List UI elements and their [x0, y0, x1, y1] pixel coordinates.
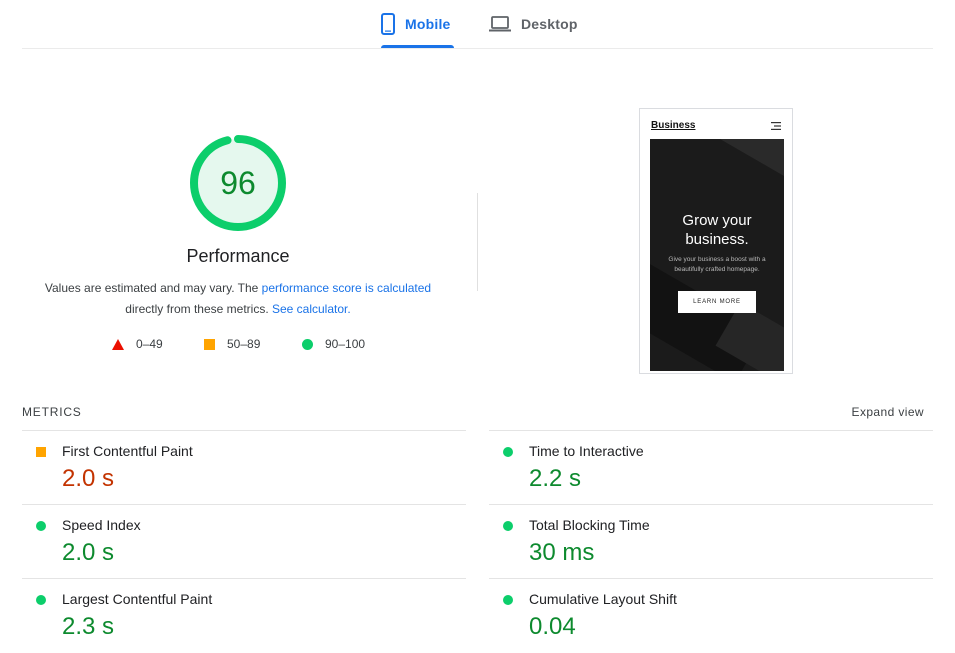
- metric-value: 2.0 s: [62, 539, 115, 566]
- performance-title: Performance: [186, 246, 290, 266]
- legend-pass-label: 90–100: [325, 337, 366, 351]
- desc-text-2: directly from these metrics.: [125, 301, 272, 316]
- hero-title: Grow your business.: [650, 211, 784, 249]
- circle-icon: [302, 338, 313, 350]
- pass-circle-icon: [503, 447, 513, 457]
- hero-stripe: [704, 139, 784, 200]
- hamburger-menu-icon: [771, 122, 781, 130]
- hero-sub-line-2: beautifully crafted homepage.: [674, 266, 760, 273]
- active-tab-indicator: [381, 45, 454, 48]
- performance-score: 96: [220, 164, 256, 201]
- hero-title-line-1: Grow your: [682, 212, 752, 229]
- metric-tti: Time to Interactive 2.2 s: [489, 430, 933, 505]
- pass-circle-icon: [36, 521, 46, 531]
- square-icon: [204, 338, 215, 350]
- hero-learn-more-button: LEARN MORE: [678, 291, 756, 313]
- legend-fail-label: 0–49: [136, 337, 163, 351]
- legend-pass: 90–100: [302, 337, 365, 351]
- metric-fcp: First Contentful Paint 2.0 s: [22, 430, 466, 505]
- section-divider: [477, 193, 478, 291]
- metric-name: First Contentful Paint: [62, 443, 193, 459]
- score-calculated-link[interactable]: performance score is calculated: [262, 281, 431, 295]
- hero-title-line-2: business.: [685, 231, 749, 248]
- metric-tbt: Total Blocking Time 30 ms: [489, 504, 933, 579]
- pass-circle-icon: [503, 595, 513, 605]
- final-screenshot: Business Grow your business. Give your b…: [639, 108, 793, 374]
- laptop-icon: [489, 15, 511, 31]
- metric-lcp: Largest Contentful Paint 2.3 s: [22, 578, 466, 653]
- average-square-icon: [36, 447, 46, 457]
- metric-name: Speed Index: [62, 517, 141, 533]
- desc-text-1: Values are estimated and may vary. The: [44, 281, 262, 295]
- pass-circle-icon: [503, 521, 513, 531]
- legend-fail: 0–49: [112, 337, 163, 351]
- metric-name: Largest Contentful Paint: [62, 591, 213, 607]
- expand-view-button[interactable]: Expand view: [852, 405, 924, 419]
- pass-circle-icon: [36, 595, 46, 605]
- metric-name: Cumulative Layout Shift: [529, 591, 677, 607]
- metric-name: Total Blocking Time: [529, 517, 650, 533]
- metric-value: 2.0 s: [62, 465, 115, 492]
- metric-name: Time to Interactive: [529, 443, 644, 459]
- metric-si: Speed Index 2.0 s: [22, 504, 466, 579]
- metric-value: 2.3 s: [62, 613, 115, 640]
- metric-value: 2.2 s: [529, 465, 582, 492]
- triangle-icon: [112, 338, 124, 350]
- tab-mobile-label: Mobile: [405, 15, 451, 32]
- tab-desktop[interactable]: Desktop: [489, 0, 578, 47]
- hero-sub-line-1: Give your business a boost with a: [668, 256, 766, 263]
- legend-average: 50–89: [204, 337, 260, 351]
- see-calculator-link[interactable]: See calculator.: [272, 302, 351, 316]
- screenshot-logo: Business: [651, 120, 696, 131]
- tab-mobile[interactable]: Mobile: [381, 0, 454, 48]
- metric-value: 30 ms: [529, 539, 595, 566]
- legend-average-label: 50–89: [227, 337, 261, 351]
- tab-desktop-label: Desktop: [521, 15, 578, 32]
- hero-subtitle: Give your business a boost with a beauti…: [662, 255, 772, 275]
- device-tabs: Mobile Desktop: [22, 0, 933, 49]
- screenshot-hero: Grow your business. Give your business a…: [650, 139, 784, 371]
- score-description: Values are estimated and may vary. The p…: [30, 278, 446, 319]
- metrics-heading: METRICS: [22, 405, 82, 419]
- smartphone-icon: [381, 12, 395, 35]
- metric-cls: Cumulative Layout Shift 0.04: [489, 578, 933, 653]
- metric-value: 0.04: [529, 613, 576, 640]
